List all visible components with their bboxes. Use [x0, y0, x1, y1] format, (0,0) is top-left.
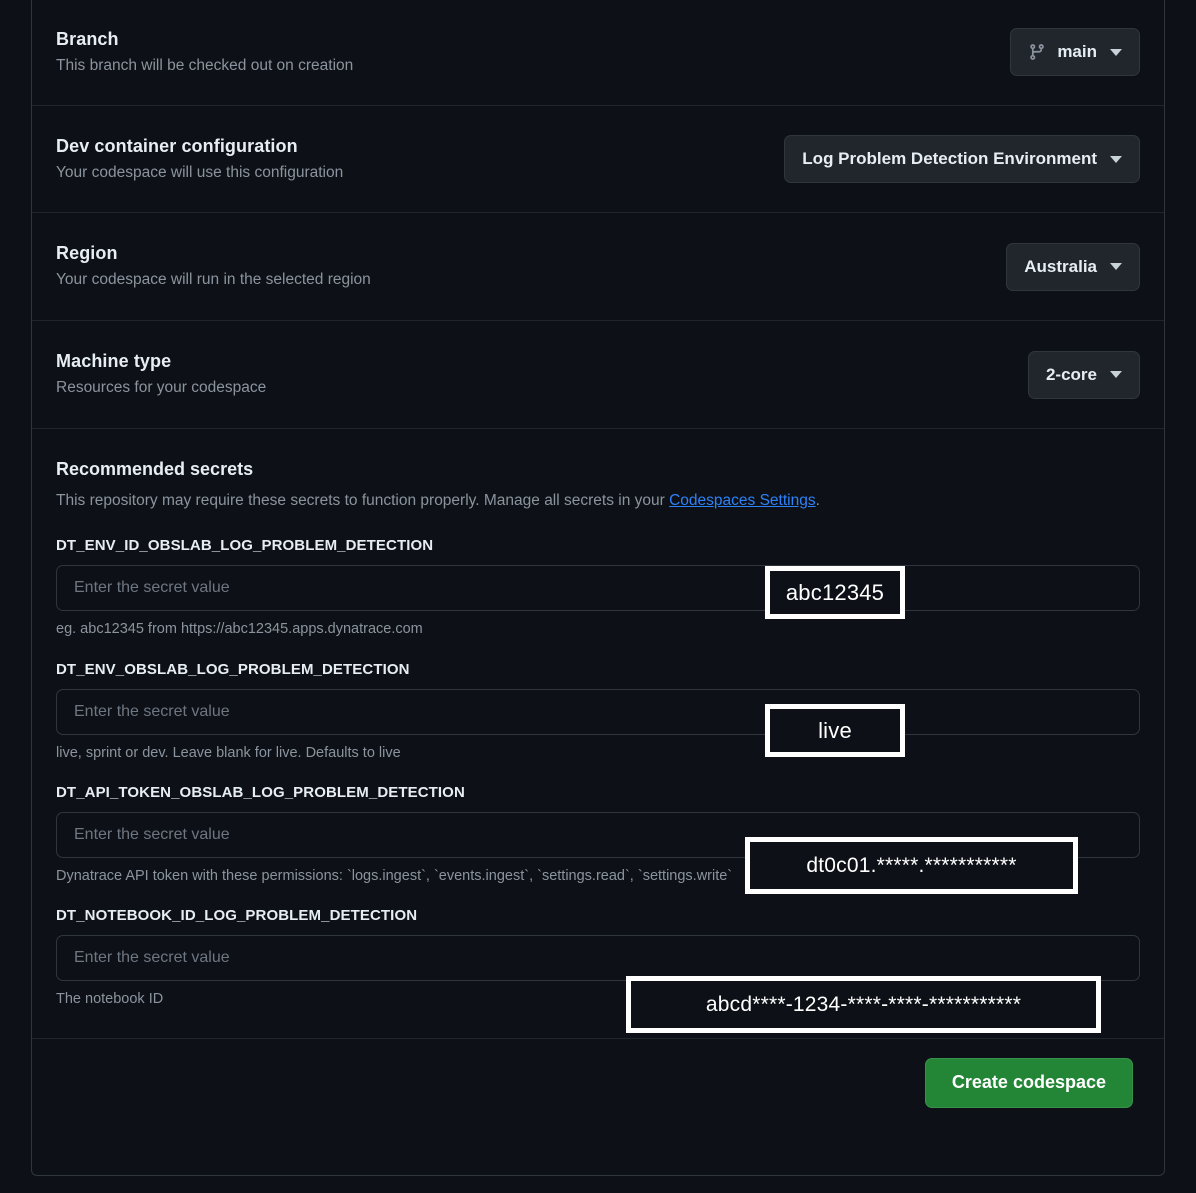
panel-footer: Create codespace [32, 1039, 1164, 1127]
secret-label-dt-env-id: DT_ENV_ID_OBSLAB_LOG_PROBLEM_DETECTION [56, 537, 434, 555]
chevron-down-icon [1110, 155, 1122, 163]
branch-select-label: main [1057, 42, 1097, 61]
recommended-secrets-title: Recommended secrets [56, 459, 254, 479]
chevron-down-icon [1110, 48, 1122, 56]
region-text-block: Region Your codespace will run in the se… [56, 243, 371, 289]
devcontainer-subtitle: Your codespace will use this configurati… [56, 163, 344, 181]
chevron-down-icon [1110, 263, 1122, 270]
chevron-down-icon [1110, 371, 1122, 378]
secret-label-dt-api-token: DT_API_TOKEN_OBSLAB_LOG_PROBLEM_DETECTIO… [56, 783, 465, 801]
devcontainer-select-label: Log Problem Detection Environment [802, 149, 1097, 168]
git-branch-icon [1028, 43, 1046, 61]
region-select-button[interactable]: Australia [1006, 242, 1140, 291]
recommended-secrets-section: Recommended secrets This repository may … [32, 429, 1164, 1039]
machine-type-subtitle: Resources for your codespace [56, 379, 267, 396]
devcontainer-title: Dev container configuration [56, 135, 298, 156]
secret-input-dt-env[interactable] [56, 688, 1140, 735]
machine-type-select-button[interactable]: 2-core [1027, 350, 1140, 399]
secret-input-dt-env-id[interactable] [56, 565, 1140, 612]
secret-label-dt-env: DT_ENV_OBSLAB_LOG_PROBLEM_DETECTION [56, 660, 410, 678]
config-row-region: Region Your codespace will run in the se… [32, 213, 1164, 321]
branch-subtitle: This branch will be checked out on creat… [56, 56, 354, 74]
config-row-devcontainer: Dev container configuration Your codespa… [32, 106, 1164, 213]
devcontainer-text-block: Dev container configuration Your codespa… [56, 136, 343, 182]
recommended-secrets-description: This repository may require these secret… [56, 491, 1140, 510]
secret-input-dt-notebook-id[interactable] [56, 934, 1140, 981]
secret-field-dt-env-id: DT_ENV_ID_OBSLAB_LOG_PROBLEM_DETECTION e… [56, 537, 1140, 638]
secret-field-dt-env: DT_ENV_OBSLAB_LOG_PROBLEM_DETECTION live… [56, 661, 1140, 762]
machine-type-select-label: 2-core [1045, 364, 1097, 384]
annotation-api-token: dt0c01.*****.*********** [745, 837, 1078, 894]
secret-label-dt-notebook-id: DT_NOTEBOOK_ID_LOG_PROBLEM_DETECTION [56, 906, 418, 924]
branch-title: Branch [56, 28, 119, 49]
branch-select-button[interactable]: main [1010, 28, 1140, 76]
annotation-env: live [765, 704, 905, 757]
codespaces-settings-link[interactable]: Codespaces Settings [669, 492, 815, 509]
codespace-creation-page: Branch This branch will be checked out o… [0, 0, 1196, 1193]
annotation-notebook-id: abcd****-1234-****-****-*********** [626, 976, 1101, 1033]
region-select-label: Australia [1024, 256, 1097, 276]
secrets-description-tail: . [815, 492, 820, 509]
config-row-machine-type: Machine type Resources for your codespac… [32, 321, 1164, 429]
config-row-branch: Branch This branch will be checked out o… [32, 0, 1164, 106]
annotation-env-id: abc12345 [765, 566, 905, 619]
region-title: Region [56, 243, 118, 264]
secrets-description-text: This repository may require these secret… [56, 492, 670, 509]
secret-help-dt-env-id: eg. abc12345 from https://abc12345.apps.… [56, 621, 423, 638]
machine-type-text-block: Machine type Resources for your codespac… [56, 351, 266, 397]
devcontainer-select-button[interactable]: Log Problem Detection Environment [784, 135, 1140, 183]
machine-type-title: Machine type [56, 351, 172, 372]
region-subtitle: Your codespace will run in the selected … [56, 271, 371, 288]
create-codespace-button[interactable]: Create codespace [924, 1057, 1133, 1108]
branch-text-block: Branch This branch will be checked out o… [56, 29, 353, 75]
secret-help-dt-env: live, sprint or dev. Leave blank for liv… [56, 744, 401, 761]
